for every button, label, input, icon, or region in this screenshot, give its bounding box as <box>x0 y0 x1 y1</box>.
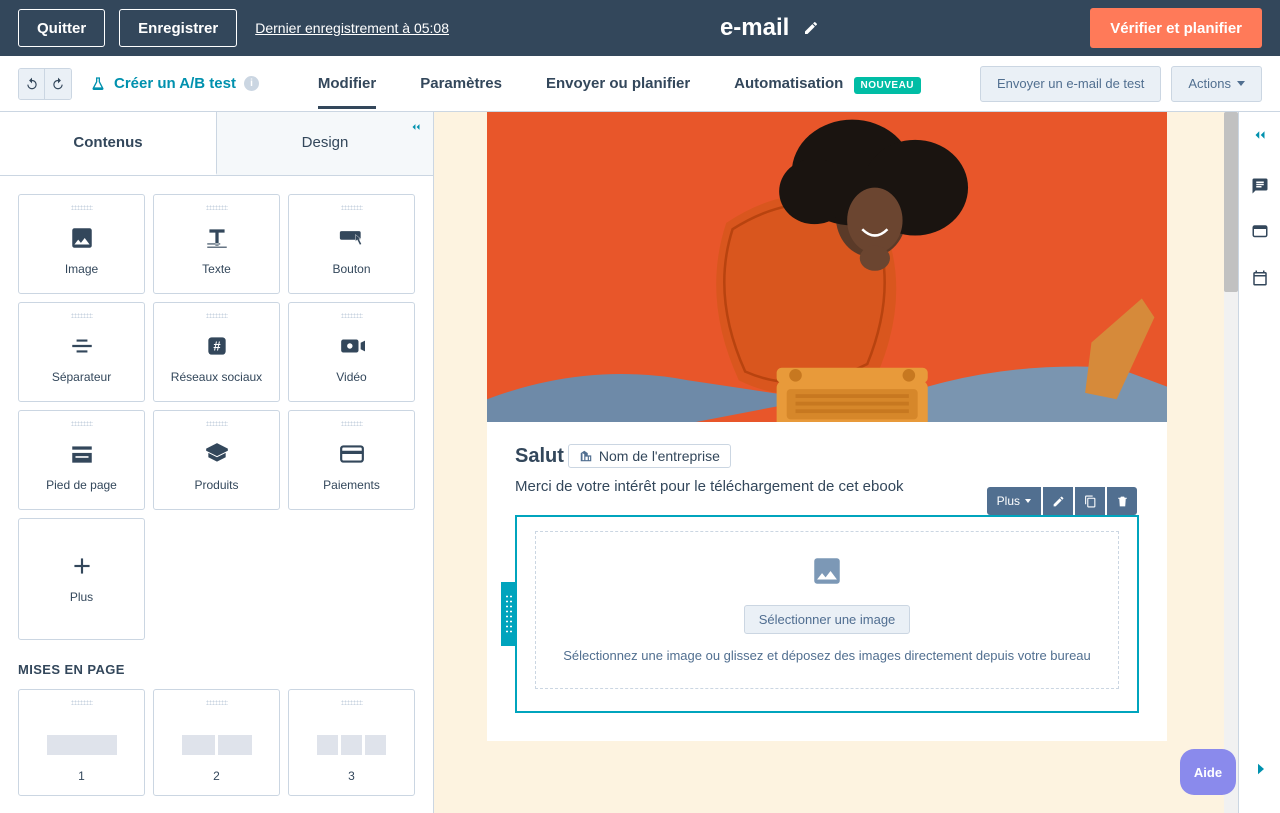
right-rail <box>1238 112 1280 813</box>
tab-modify[interactable]: Modifier <box>318 59 376 108</box>
comments-icon[interactable] <box>1251 177 1269 195</box>
drag-handle-icon <box>341 313 363 318</box>
tab-automation[interactable]: Automatisation NOUVEAU <box>734 59 921 108</box>
navbar: Créer un A/B test i Modifier Paramètres … <box>0 56 1280 112</box>
block-video[interactable]: Vidéo <box>288 302 415 402</box>
help-button[interactable]: Aide <box>1180 749 1236 795</box>
last-save-link[interactable]: Dernier enregistrement à 05:08 <box>255 20 449 36</box>
block-more[interactable]: Plus <box>18 518 145 640</box>
drag-handle-icon <box>341 700 363 705</box>
layout-2col[interactable]: 2 <box>153 689 280 796</box>
image-icon <box>69 225 95 251</box>
drag-handle-icon <box>71 700 93 705</box>
drag-handle-icon <box>71 313 93 318</box>
undo-redo-group <box>18 68 72 100</box>
block-footer[interactable]: Pied de page <box>18 410 145 510</box>
drag-handle-icon <box>206 313 228 318</box>
video-icon <box>339 333 365 359</box>
toolbar-more-button[interactable]: Plus <box>987 487 1041 515</box>
block-text[interactable]: Texte <box>153 194 280 294</box>
collapse-left-panel[interactable] <box>407 118 425 136</box>
hero-image[interactable] <box>487 112 1167 422</box>
undo-button[interactable] <box>19 69 45 99</box>
chevron-down-icon <box>1025 499 1031 503</box>
verify-schedule-button[interactable]: Vérifier et planifier <box>1090 8 1262 48</box>
tab-settings[interactable]: Paramètres <box>420 59 502 108</box>
email-title: e-mail <box>720 14 789 42</box>
block-products[interactable]: Produits <box>153 410 280 510</box>
text-icon <box>204 225 230 251</box>
toolbar-duplicate-button[interactable] <box>1075 487 1105 515</box>
block-social[interactable]: #Réseaux sociaux <box>153 302 280 402</box>
drag-handle-icon <box>206 700 228 705</box>
toolbar-edit-button[interactable] <box>1043 487 1073 515</box>
company-name-token[interactable]: Nom de l'entreprise <box>568 444 731 468</box>
calendar-icon[interactable] <box>1251 269 1269 287</box>
svg-text:#: # <box>213 338 221 353</box>
building-icon <box>579 449 593 463</box>
block-divider[interactable]: Séparateur <box>18 302 145 402</box>
save-button[interactable]: Enregistrer <box>119 9 237 47</box>
divider-icon <box>69 333 95 359</box>
image-insert-block[interactable]: Plus Sélectionner une image Sélectionnez… <box>515 515 1139 713</box>
block-image[interactable]: Image <box>18 194 145 294</box>
layouts-heading: MISES EN PAGE <box>18 662 415 677</box>
upload-dropzone[interactable]: Sélectionner une image Sélectionnez une … <box>535 531 1119 689</box>
footer-icon <box>69 441 95 467</box>
trash-icon <box>1116 495 1129 508</box>
layout-1col[interactable]: 1 <box>18 689 145 796</box>
send-test-button[interactable]: Envoyer un e-mail de test <box>980 66 1161 102</box>
layout-3col[interactable]: 3 <box>288 689 415 796</box>
quit-button[interactable]: Quitter <box>18 9 105 47</box>
info-icon: i <box>244 76 259 91</box>
new-badge: NOUVEAU <box>854 77 922 94</box>
ab-test-link[interactable]: Créer un A/B test i <box>90 75 259 92</box>
upload-hint: Sélectionnez une image ou glissez et dép… <box>552 646 1102 666</box>
drag-handle-icon <box>341 205 363 210</box>
drag-handle-icon <box>206 421 228 426</box>
block-drag-handle[interactable] <box>501 582 517 646</box>
block-toolbar: Plus <box>987 487 1137 515</box>
topbar: Quitter Enregistrer Dernier enregistreme… <box>0 0 1280 56</box>
panel-tab-content[interactable]: Contenus <box>0 112 217 175</box>
email-card: Salut Nom de l'entreprise Merci de votre… <box>487 112 1167 741</box>
flask-icon <box>90 76 106 92</box>
drag-handle-icon <box>71 205 93 210</box>
select-image-button[interactable]: Sélectionner une image <box>744 605 911 634</box>
edit-title-icon[interactable] <box>803 20 819 36</box>
block-button[interactable]: Bouton <box>288 194 415 294</box>
chevron-down-icon <box>1237 81 1245 86</box>
image-placeholder-icon <box>552 554 1102 593</box>
payments-icon <box>339 441 365 467</box>
copy-icon <box>1084 495 1097 508</box>
expand-right-icon[interactable] <box>1252 760 1270 783</box>
block-payments[interactable]: Paiements <box>288 410 415 510</box>
canvas: Salut Nom de l'entreprise Merci de votre… <box>434 112 1238 813</box>
drag-handle-icon <box>71 421 93 426</box>
drag-handle-icon <box>341 421 363 426</box>
drag-handle-icon <box>206 205 228 210</box>
preview-icon[interactable] <box>1251 223 1269 241</box>
products-icon <box>204 441 230 467</box>
tab-send[interactable]: Envoyer ou planifier <box>546 59 690 108</box>
panel-tab-design[interactable]: Design <box>217 112 433 175</box>
actions-button[interactable]: Actions <box>1171 66 1262 102</box>
pencil-icon <box>1052 495 1065 508</box>
greeting-text: Salut <box>515 445 564 468</box>
collapse-right-rail[interactable] <box>1251 126 1269 149</box>
plus-icon <box>69 553 95 579</box>
toolbar-delete-button[interactable] <box>1107 487 1137 515</box>
redo-button[interactable] <box>45 69 71 99</box>
canvas-scrollbar[interactable] <box>1224 112 1238 813</box>
social-icon: # <box>204 333 230 359</box>
button-icon <box>339 225 365 251</box>
left-panel: Contenus Design Image Texte Bouton Sépar… <box>0 112 434 813</box>
